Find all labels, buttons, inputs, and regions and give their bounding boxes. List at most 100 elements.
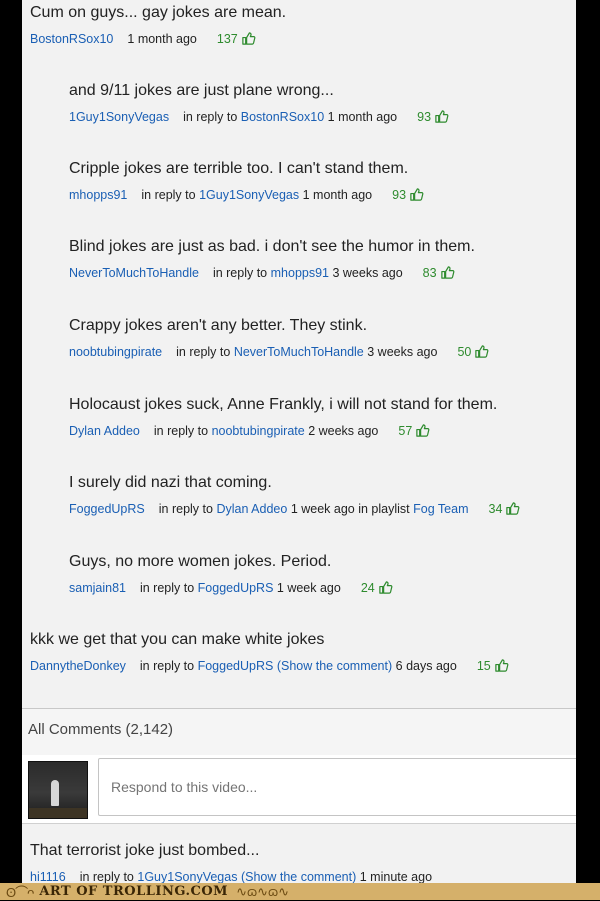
comment-meta: samjain81 in reply to FoggedUpRS 1 week a… <box>69 580 393 595</box>
watermark-banner: ʘ⌒ᴖ ART OF TROLLING.COM ∿ɷ∿ɷ∿ <box>0 883 600 900</box>
reply-prefix: in reply to <box>139 580 195 595</box>
like-count: 15 <box>477 658 509 673</box>
video-thumbnail <box>28 761 88 819</box>
reply-prefix: in reply to <box>79 870 134 884</box>
comment-author-link[interactable]: hi1116 <box>30 870 66 884</box>
like-count-value: 15 <box>476 658 491 673</box>
comment-time: 1 minute ago <box>359 870 433 884</box>
comment-time: 1 month ago <box>302 187 373 202</box>
like-count: 57 <box>398 423 430 438</box>
comment-author-link[interactable]: FoggedUpRS <box>69 502 145 516</box>
watermark-text: ART OF TROLLING.COM <box>39 884 229 899</box>
reply-prefix: in reply to <box>153 423 209 438</box>
reply-to-link[interactable]: FoggedUpRS <box>198 581 274 595</box>
show-comment-link[interactable]: (Show the comment) <box>277 659 392 673</box>
thumbs-up-icon[interactable] <box>494 658 509 673</box>
reply-prefix: in reply to <box>183 109 238 124</box>
comment-author-link[interactable]: NeverToMuchToHandle <box>69 266 199 280</box>
comment-meta: NeverToMuchToHandle in reply to mhopps91 … <box>69 265 475 280</box>
comment-item: Blind jokes are just as bad. i don't see… <box>69 238 475 280</box>
show-comment-link[interactable]: (Show the comment) <box>241 870 356 884</box>
thumbs-up-icon[interactable] <box>440 265 455 280</box>
comment-meta: hi1116 in reply to 1Guy1SonyVegas (Show … <box>30 870 432 884</box>
thumbs-up-icon[interactable] <box>474 344 489 359</box>
swirl-ornament-icon: ʘ⌒ᴖ <box>6 885 34 900</box>
reply-to-link[interactable]: 1Guy1SonyVegas <box>137 870 237 884</box>
reply-to-link[interactable]: noobtubingpirate <box>212 424 305 438</box>
comment-time: 1 month ago <box>327 109 398 124</box>
like-count-value: 24 <box>360 580 375 595</box>
reply-to-link[interactable]: FoggedUpRS <box>198 659 274 673</box>
thumbnail-figure <box>51 780 59 806</box>
all-comments-label: All Comments (2,142) <box>28 721 174 738</box>
playlist-prefix: in playlist <box>358 501 410 516</box>
comment-text: Cripple jokes are terrible too. I can't … <box>69 160 409 177</box>
latest-comment: That terrorist joke just bombed... hi111… <box>30 842 432 884</box>
like-count: 50 <box>457 344 489 359</box>
comment-text: kkk we get that you can make white jokes <box>30 631 325 648</box>
comments-screen: Cum on guys... gay jokes are mean. Boston… <box>22 0 576 886</box>
thumbs-up-icon[interactable] <box>434 109 449 124</box>
like-count-value: 57 <box>398 423 413 438</box>
comment-item: I surely did nazi that coming. FoggedUpRS… <box>69 474 520 516</box>
comment-item: Guys, no more women jokes. Period. samjai… <box>69 553 393 595</box>
thumbs-up-icon[interactable] <box>241 31 256 46</box>
comment-text: That terrorist joke just bombed... <box>30 842 260 859</box>
like-count: 34 <box>489 501 521 516</box>
comment-time: 1 week ago <box>276 580 341 595</box>
like-count: 137 <box>217 31 256 46</box>
comment-text: and 9/11 jokes are just plane wrong... <box>69 82 334 99</box>
thumbs-up-icon[interactable] <box>378 580 393 595</box>
comment-time: 3 weeks ago <box>332 265 403 280</box>
reply-prefix: in reply to <box>141 187 196 202</box>
comment-time: 6 days ago <box>395 658 457 673</box>
respond-area <box>22 755 576 824</box>
reply-prefix: in reply to <box>139 658 195 673</box>
like-count-value: 137 <box>216 31 238 46</box>
comment-meta: BostonRSox10 1 month ago 137 <box>30 31 286 46</box>
comment-meta: noobtubingpirate in reply to NeverToMuchT… <box>69 344 489 359</box>
comment-meta: Dylan Addeo in reply to noobtubingpirate … <box>69 423 497 438</box>
thumbs-up-icon[interactable] <box>505 501 520 516</box>
like-count-value: 93 <box>417 109 432 124</box>
reply-to-link[interactable]: 1Guy1SonyVegas <box>199 188 299 202</box>
reply-to-link[interactable]: NeverToMuchToHandle <box>234 345 364 359</box>
like-count: 93 <box>392 187 424 202</box>
comment-author-link[interactable]: noobtubingpirate <box>69 345 162 359</box>
playlist-link[interactable]: Fog Team <box>413 502 468 516</box>
thumbs-up-icon[interactable] <box>415 423 430 438</box>
swirl-ornament-icon: ∿ɷ∿ɷ∿ <box>236 883 290 899</box>
reply-prefix: in reply to <box>176 344 231 359</box>
like-count-value: 50 <box>457 344 472 359</box>
comment-item: kkk we get that you can make white jokes… <box>30 631 509 673</box>
reply-to-link[interactable]: Dylan Addeo <box>216 502 287 516</box>
comment-author-link[interactable]: mhopps91 <box>69 188 127 202</box>
comment-author-link[interactable]: BostonRSox10 <box>30 32 113 46</box>
thumbs-up-icon[interactable] <box>409 187 424 202</box>
comment-meta: 1Guy1SonyVegas in reply to BostonRSox10 1… <box>69 109 449 124</box>
like-count: 24 <box>361 580 393 595</box>
reply-prefix: in reply to <box>158 501 213 516</box>
comment-time: 2 weeks ago <box>308 423 379 438</box>
respond-input[interactable] <box>98 758 576 816</box>
comment-author-link[interactable]: DannytheDonkey <box>30 659 126 673</box>
like-count: 93 <box>417 109 449 124</box>
reply-to-link[interactable]: mhopps91 <box>271 266 329 280</box>
comment-author-link[interactable]: 1Guy1SonyVegas <box>69 110 169 124</box>
comment-author-link[interactable]: Dylan Addeo <box>69 424 140 438</box>
reply-to-link[interactable]: BostonRSox10 <box>241 110 324 124</box>
like-count-value: 93 <box>392 187 407 202</box>
like-count-value: 34 <box>488 501 503 516</box>
comment-meta: DannytheDonkey in reply to FoggedUpRS (Sh… <box>30 658 509 673</box>
thumbnail-stage <box>29 808 87 818</box>
like-count-value: 83 <box>422 265 437 280</box>
comment-text: Crappy jokes aren't any better. They sti… <box>69 317 368 334</box>
comment-author-link[interactable]: samjain81 <box>69 581 126 595</box>
comment-item: Cum on guys... gay jokes are mean. Boston… <box>30 4 286 46</box>
comment-text: I surely did nazi that coming. <box>69 474 272 491</box>
comment-text: Blind jokes are just as bad. i don't see… <box>69 238 475 255</box>
comment-item: Crappy jokes aren't any better. They sti… <box>69 317 489 359</box>
comment-time: 1 month ago <box>127 31 197 46</box>
comment-item: Holocaust jokes suck, Anne Frankly, i wi… <box>69 396 497 438</box>
comment-item: and 9/11 jokes are just plane wrong... 1G… <box>69 82 449 124</box>
